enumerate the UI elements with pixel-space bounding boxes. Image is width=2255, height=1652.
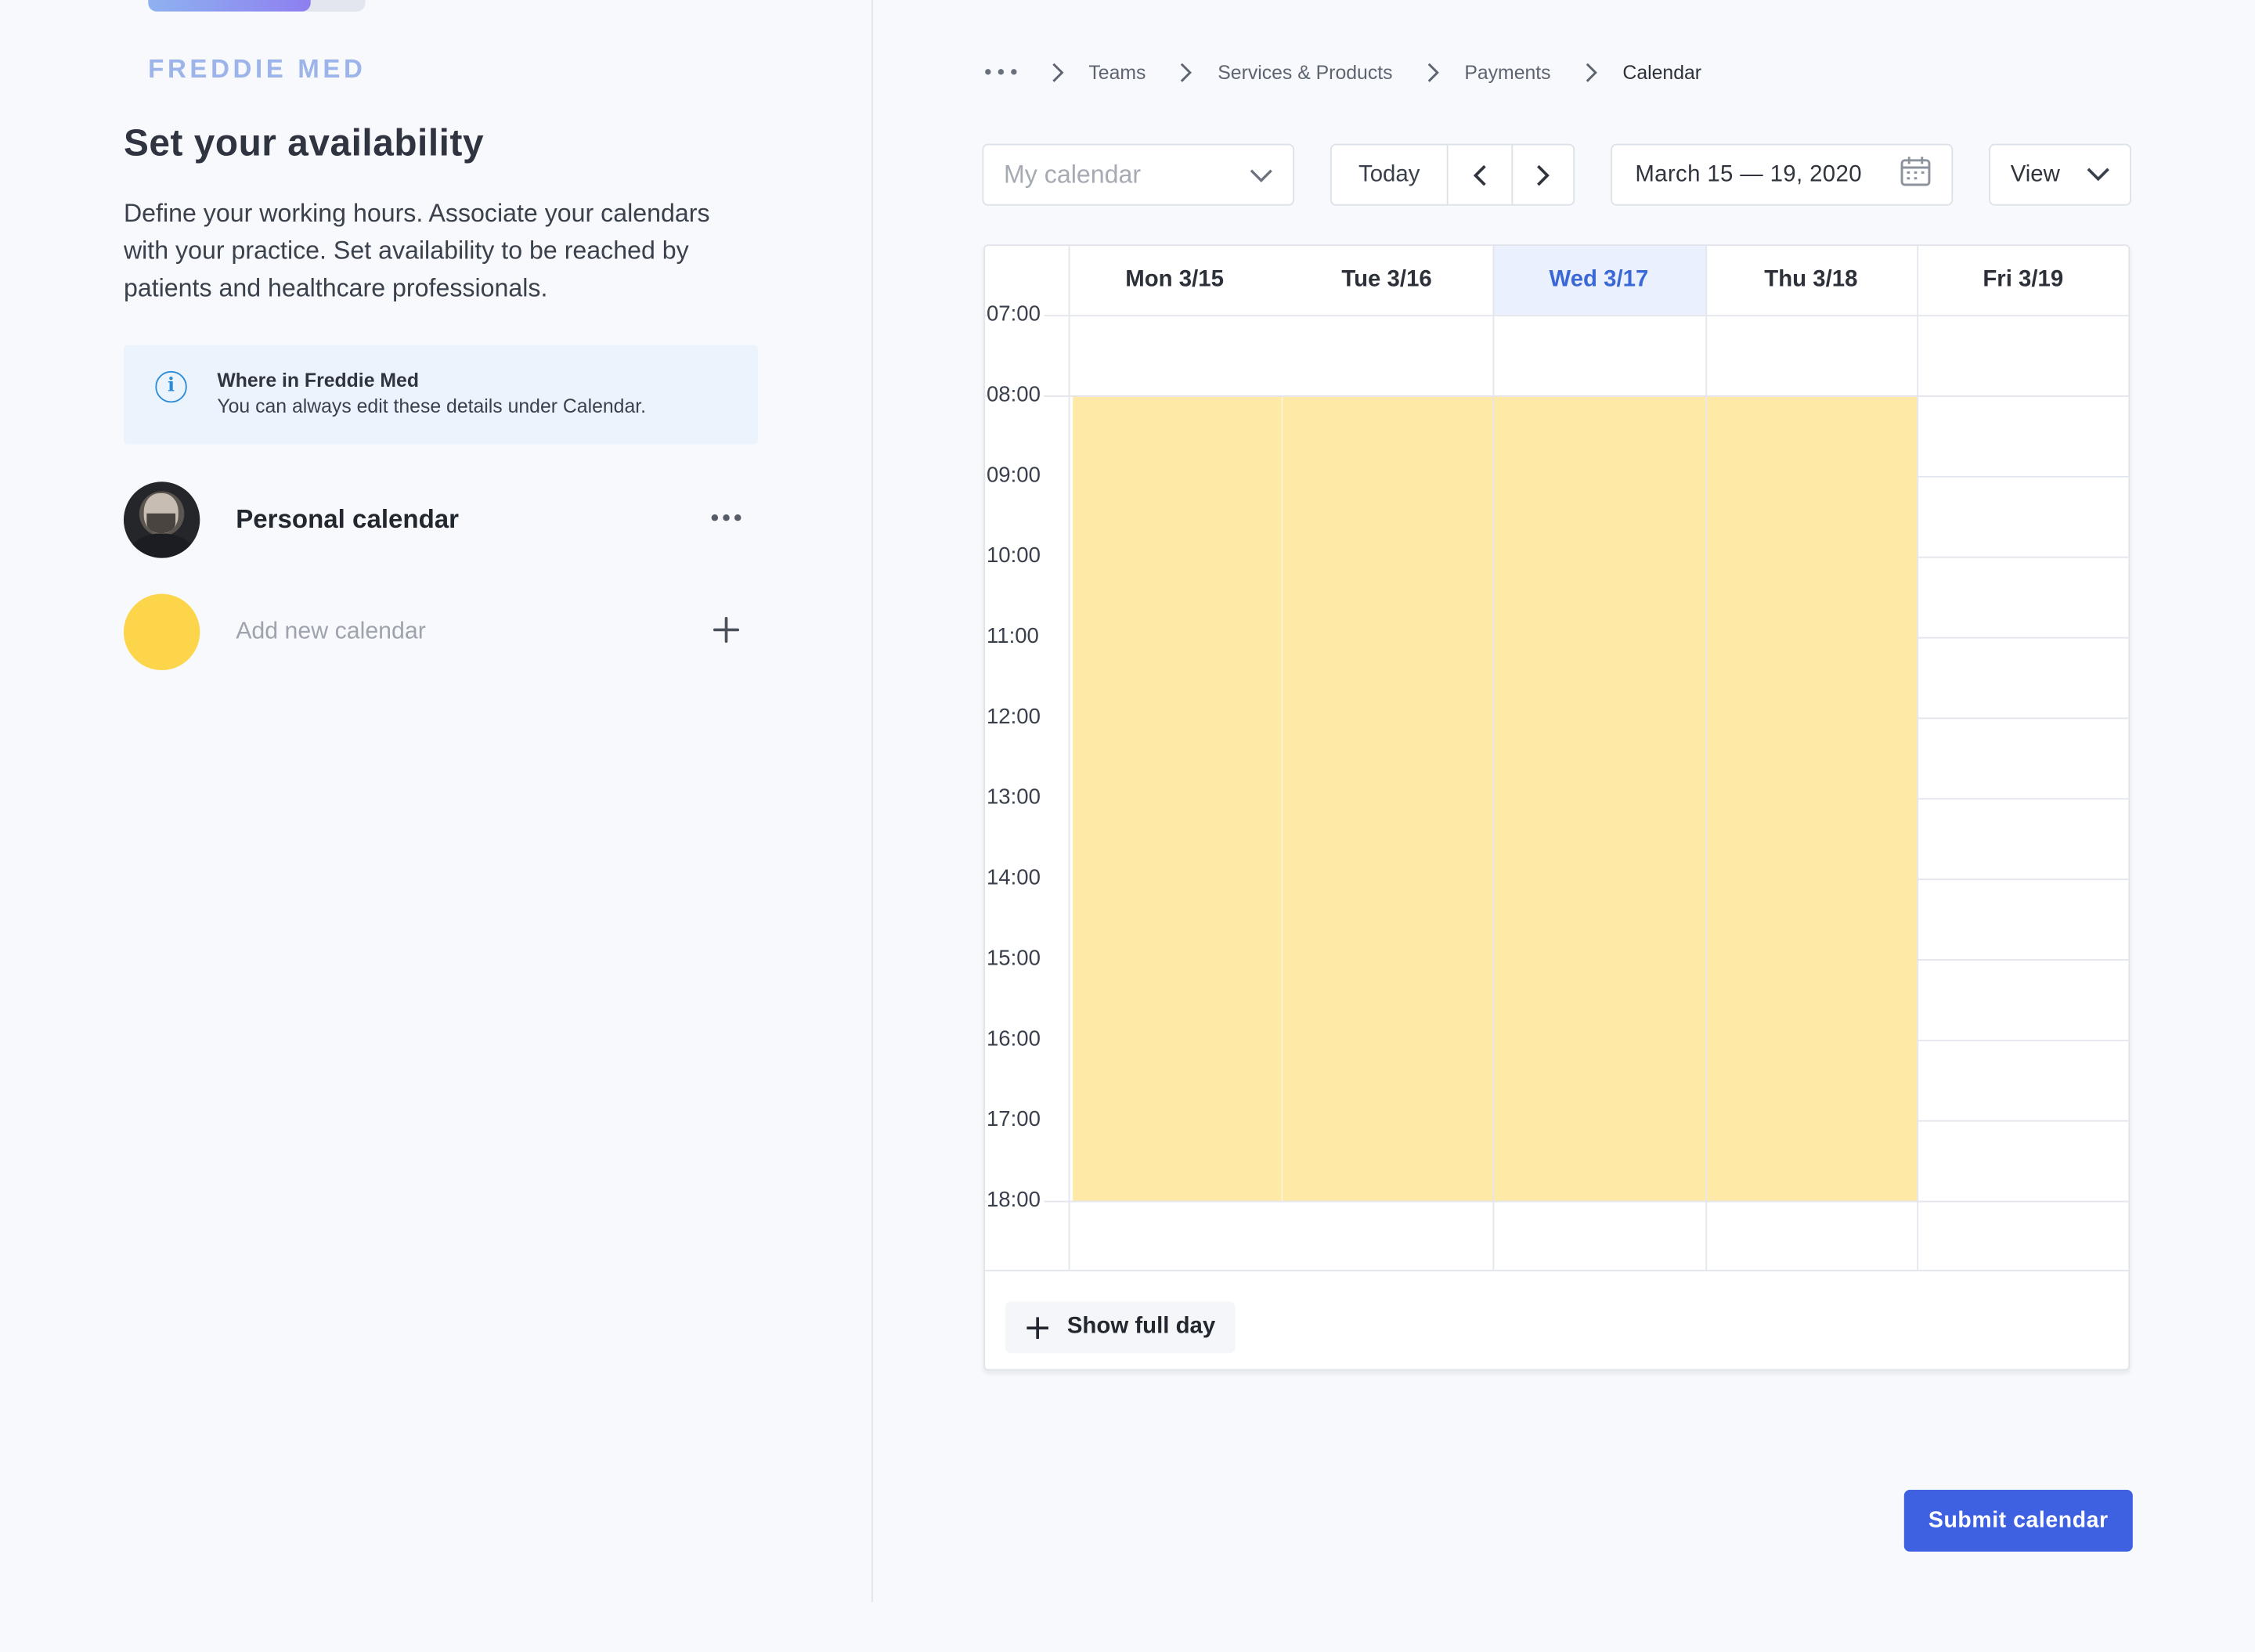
time-label: 09:00 (986, 463, 1044, 488)
day-header[interactable]: Wed 3/17 (1492, 246, 1705, 316)
calendar-color-dot (123, 593, 200, 670)
grid-line (1917, 878, 2129, 881)
date-range-picker[interactable]: March 15 — 19, 2020 (1611, 143, 1954, 206)
calendar-name: Personal calendar (236, 504, 460, 534)
info-banner-text: You can always edit these details under … (217, 395, 647, 417)
chevron-right-icon (1419, 57, 1448, 86)
chevron-right-icon (1043, 57, 1072, 86)
calendar-list-item-add[interactable]: Add new calendar (123, 593, 756, 672)
time-label: 17:00 (986, 1108, 1044, 1132)
grid-line (985, 395, 2129, 397)
avatar (123, 482, 200, 558)
grid-line (1917, 717, 2129, 720)
panel-divider (871, 0, 873, 1603)
calendar-footer: Show full day (985, 1269, 2129, 1369)
today-button[interactable]: Today (1332, 145, 1449, 204)
plus-icon (1026, 1315, 1050, 1340)
time-label: 08:00 (986, 383, 1044, 407)
brand-logo: FREDDIE MED (148, 54, 366, 84)
availability-block[interactable] (1073, 395, 1918, 1201)
grid-line (1917, 475, 2129, 478)
info-banner-title: Where in Freddie Med (217, 370, 419, 391)
chevron-down-icon (2087, 162, 2109, 188)
chevron-right-icon[interactable] (1513, 146, 1573, 204)
add-calendar-label: Add new calendar (236, 618, 426, 644)
grid-line (985, 315, 2129, 317)
breadcrumb-item-teams[interactable]: Teams (1088, 61, 1146, 83)
info-banner: i Where in Freddie Med You can always ed… (123, 344, 758, 445)
onboarding-progress-fill (148, 0, 312, 12)
breadcrumb-item-calendar: Calendar (1622, 61, 1702, 83)
time-label: 16:00 (986, 1027, 1044, 1051)
calendar-grid[interactable]: Mon 3/15 Tue 3/16 Wed 3/17 Thu 3/18 Fri 3/19… (985, 246, 2129, 1270)
info-icon: i (155, 370, 187, 403)
time-label: 11:00 (986, 625, 1042, 649)
grid-line (1917, 798, 2129, 800)
grid-line (985, 1200, 2129, 1203)
day-header[interactable]: Thu 3/18 (1705, 246, 1917, 315)
more-horizontal-icon[interactable] (708, 499, 745, 536)
day-header[interactable]: Tue 3/16 (1281, 246, 1493, 315)
time-label: 18:00 (986, 1189, 1044, 1213)
breadcrumb-item-services[interactable]: Services & Products (1218, 61, 1392, 83)
day-header[interactable]: Mon 3/15 (1069, 246, 1281, 315)
time-label: 14:00 (986, 867, 1044, 890)
breadcrumb-overflow-icon[interactable] (985, 57, 1017, 86)
chevron-down-icon (1250, 160, 1272, 190)
breadcrumb: Teams Services & Products Payments Calen… (985, 57, 1701, 86)
time-label: 13:00 (986, 786, 1044, 810)
grid-column-line (1917, 246, 1919, 1270)
time-label: 07:00 (986, 303, 1044, 326)
view-label: View (2010, 161, 2060, 186)
grid-column-line (1705, 246, 1707, 1270)
page-title: Set your availability (123, 121, 485, 164)
grid-line (1917, 556, 2129, 558)
day-header[interactable]: Fri 3/19 (1917, 246, 2128, 315)
submit-calendar-button[interactable]: Submit calendar (1903, 1489, 2133, 1552)
availability-divider (1280, 395, 1283, 1201)
chevron-right-icon (1577, 57, 1606, 86)
breadcrumb-item-payments[interactable]: Payments (1464, 61, 1550, 83)
grid-line (1917, 1039, 2129, 1041)
week-calendar: Mon 3/15 Tue 3/16 Wed 3/17 Thu 3/18 Fri 3/19… (983, 244, 2131, 1371)
date-navigation: Today (1330, 143, 1575, 206)
calendar-select-placeholder: My calendar (1004, 159, 1142, 189)
calendar-list-item-personal[interactable]: Personal calendar (123, 482, 756, 559)
show-full-day-label: Show full day (1066, 1314, 1216, 1339)
chevron-left-icon[interactable] (1449, 145, 1514, 204)
date-range-label: March 15 — 19, 2020 (1635, 161, 1862, 186)
grid-column-line (1492, 246, 1495, 1270)
grid-line (1917, 959, 2129, 961)
grid-line (1917, 1120, 2129, 1122)
calendar-select[interactable]: My calendar (982, 143, 1295, 206)
grid-line (1917, 637, 2129, 639)
time-label: 10:00 (986, 544, 1044, 568)
calendar-icon (1900, 155, 1931, 194)
view-dropdown[interactable]: View (1989, 143, 2131, 206)
time-label: 15:00 (986, 947, 1044, 971)
time-label: 12:00 (986, 705, 1044, 730)
grid-column-line (1068, 246, 1070, 1270)
onboarding-progress-bar (148, 0, 366, 12)
chevron-right-icon (1171, 57, 1200, 86)
page-description: Define your working hours. Associate you… (123, 198, 710, 302)
show-full-day-button[interactable]: Show full day (1005, 1301, 1236, 1354)
plus-icon[interactable] (708, 611, 745, 649)
